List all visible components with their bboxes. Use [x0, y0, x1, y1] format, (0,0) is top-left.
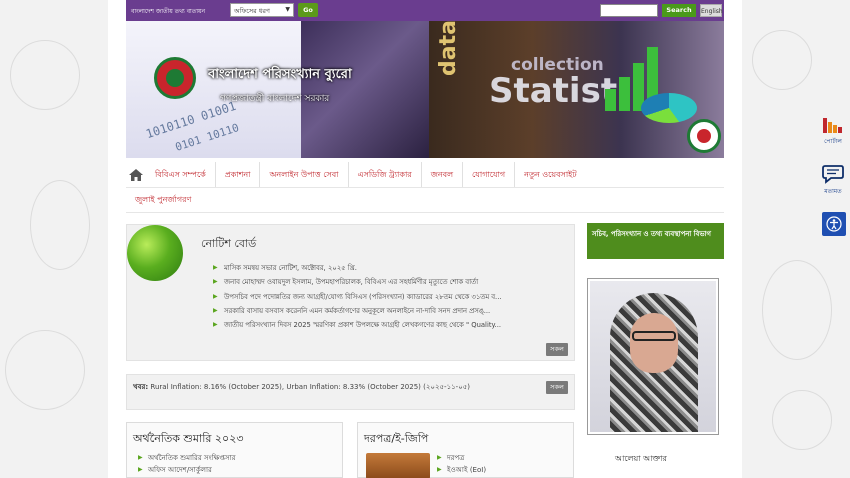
economic-census-box: অর্থনৈতিক শুমারি ২০২৩ অর্থনৈতিক শুমারির …: [126, 422, 343, 478]
office-type-select[interactable]: অফিসের ধরণ ▼: [230, 3, 294, 17]
notice-item[interactable]: জনাব মোহাম্মদ ওবায়দুল ইসলাম, উপমহাপরিচা…: [213, 275, 563, 289]
main-navigation: বিবিএস সম্পর্কে প্রকাশনা অনলাইন উপাত্ত স…: [126, 162, 724, 213]
portal-tool[interactable]: পোর্টাল: [820, 114, 846, 147]
nav-manpower[interactable]: জনবল: [422, 162, 464, 187]
bbs-logo: [687, 119, 721, 153]
feedback-label: মতামত: [824, 188, 842, 195]
banner-statistics-panel: data collection Statist: [429, 21, 724, 158]
notice-list: মাসিক সমন্বয় সভার নোটিশ, অক্টোবর, ২০২৫ …: [213, 261, 563, 332]
nav-about-bbs[interactable]: বিবিএস সম্পর্কে: [146, 162, 216, 187]
site-title[interactable]: বাংলাদেশ পরিসংখ্যান ব্যুরো: [208, 65, 352, 86]
accessibility-button[interactable]: [822, 212, 846, 236]
notice-item[interactable]: সরকারি বাসায় বসবাস করেননি এমন কর্মকর্তা…: [213, 304, 563, 318]
notice-item[interactable]: জাতীয় পরিসংখ্যান দিবস 2025 স্মরণিকা প্র…: [213, 318, 563, 332]
national-portal-link[interactable]: বাংলাদেশ জাতীয় তথ্য বাতায়ন: [131, 6, 205, 17]
speech-bubble-icon: [822, 165, 844, 184]
list-item[interactable]: অফিস আদেশ/সার্কুলার: [138, 464, 236, 476]
feedback-tool[interactable]: মতামত: [820, 164, 846, 197]
notice-board: নোটিশ বোর্ড মাসিক সমন্বয় সভার নোটিশ, অক…: [126, 224, 575, 361]
secretary-photo: [587, 278, 719, 435]
secretary-portrait: [590, 281, 716, 432]
nav-publications[interactable]: প্রকাশনা: [216, 162, 261, 187]
news-ticker: খবর: Rural Inflation: 8.16% (October 202…: [126, 374, 575, 410]
notice-board-title: নোটিশ বোর্ড: [201, 237, 257, 250]
nav-divider: [126, 187, 724, 188]
left-background-illustration: [0, 0, 108, 478]
site-banner: 1010110 01001 0101 10110 data collection…: [126, 21, 724, 158]
globe-icon: [127, 225, 183, 281]
nav-new-website[interactable]: নতুন ওয়েবসাইট: [515, 162, 586, 187]
nav-july-revival[interactable]: জুলাই পুনর্জাগরণ: [126, 187, 200, 212]
top-bar: বাংলাদেশ জাতীয় তথ্য বাতায়ন অফিসের ধরণ …: [126, 0, 724, 21]
banner-middle-photo: [301, 21, 429, 158]
chevron-down-icon: ▼: [285, 6, 290, 13]
go-button[interactable]: Go: [298, 3, 318, 17]
accessibility-icon: [826, 216, 842, 232]
nav-contact[interactable]: যোগাযোগ: [463, 162, 516, 187]
list-item[interactable]: অর্থনৈতিক শুমারির সংক্ষিপ্তসার: [138, 452, 236, 464]
news-label: খবর:: [133, 383, 149, 391]
main-page: বাংলাদেশ জাতীয় তথ্য বাতায়ন অফিসের ধরণ …: [108, 0, 742, 478]
economic-census-title: অর্থনৈতিক শুমারি ২০২৩: [133, 432, 244, 445]
notice-item[interactable]: উপসচিব পদে পদোন্নতির জন্য আগ্রহী/যোগ্য ব…: [213, 290, 563, 304]
english-language-button[interactable]: English: [700, 4, 723, 17]
nav-row-2: জুলাই পুনর্জাগরণ: [126, 187, 200, 212]
secretary-name: আলেয়া আক্তার: [615, 454, 667, 463]
economic-census-list: অর্থনৈতিক শুমারির সংক্ষিপ্তসার অফিস আদেশ…: [138, 452, 236, 476]
pie-chart-graphic: [641, 93, 697, 123]
notice-item[interactable]: মাসিক সমন্বয় সভার নোটিশ, অক্টোবর, ২০২৫ …: [213, 261, 563, 275]
news-text[interactable]: খবর: Rural Inflation: 8.16% (October 202…: [133, 381, 470, 393]
tender-title: দরপত্র/ই-জিপি: [364, 432, 429, 445]
tender-egp-box: দরপত্র/ই-জিপি দরপত্র ইওআই (EoI): [357, 422, 574, 478]
banner-word-data: data: [436, 21, 461, 76]
search-button[interactable]: Search: [662, 4, 696, 17]
list-item[interactable]: দরপত্র: [437, 452, 486, 464]
portal-label: পোর্টাল: [824, 138, 842, 145]
news-content: Rural Inflation: 8.16% (October 2025), U…: [150, 383, 471, 391]
all-news-button[interactable]: সকল: [546, 381, 568, 394]
right-background-illustration: [742, 0, 850, 478]
home-icon[interactable]: [126, 162, 146, 187]
secretary-title: সচিব, পরিসংখ্যান ও তথ্য ব্যবস্থাপনা বিভা…: [592, 230, 711, 238]
office-type-select-value: অফিসের ধরণ: [234, 7, 270, 15]
search-input[interactable]: [600, 4, 658, 17]
banner-word-statist: Statist: [489, 71, 618, 111]
secretary-heading: সচিব, পরিসংখ্যান ও তথ্য ব্যবস্থাপনা বিভা…: [587, 223, 724, 259]
bar-chart-icon: [823, 118, 842, 133]
tender-box-image: [366, 453, 430, 478]
nav-online-data-service[interactable]: অনলাইন উপাত্ত সেবা: [260, 162, 349, 187]
tender-list: দরপত্র ইওআই (EoI): [437, 452, 486, 476]
nav-sdg-tracker[interactable]: এসডিজি ট্র্যাকার: [349, 162, 422, 187]
all-notices-button[interactable]: সকল: [546, 343, 568, 356]
site-subtitle: গণপ্রজাতন্ত্রী বাংলাদেশ সরকার: [220, 94, 330, 104]
government-logo[interactable]: [154, 57, 196, 99]
list-item[interactable]: ইওআই (EoI): [437, 464, 486, 476]
nav-divider: [126, 212, 724, 213]
nav-row-1: বিবিএস সম্পর্কে প্রকাশনা অনলাইন উপাত্ত স…: [126, 162, 586, 187]
